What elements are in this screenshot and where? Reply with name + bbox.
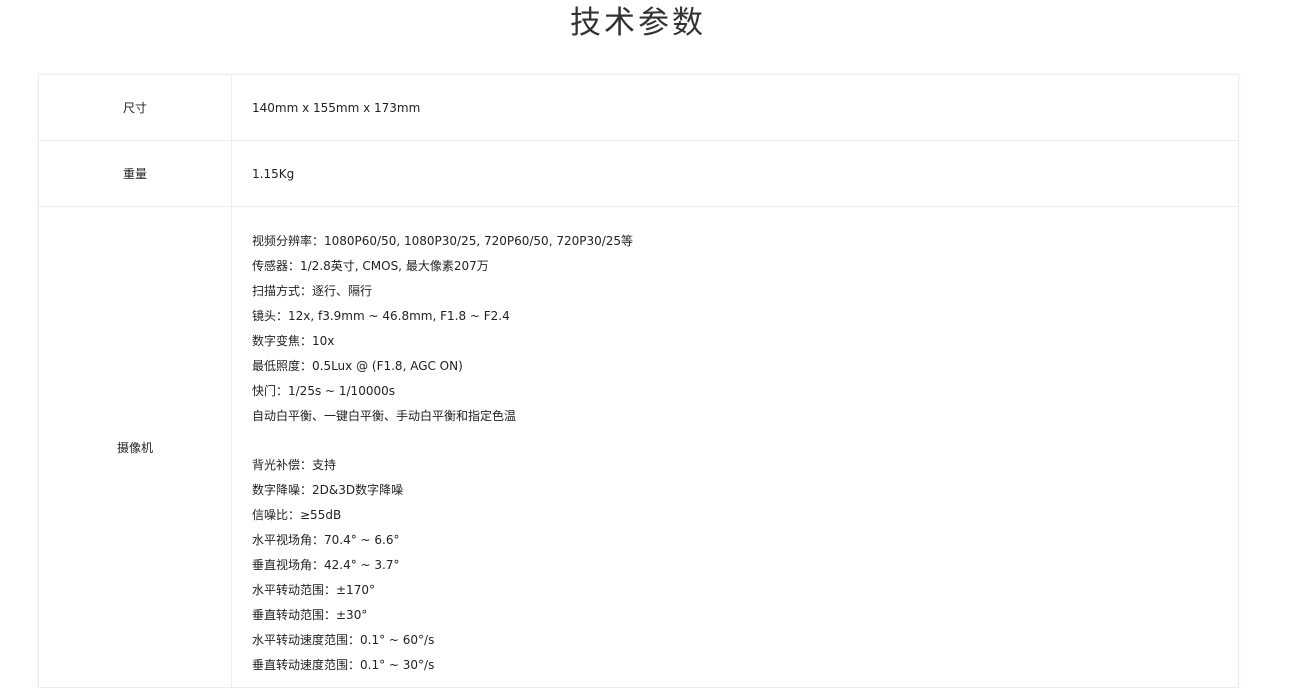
camera-spec-line: 水平转动范围：±170° (252, 583, 375, 597)
spec-row-weight: 重量 1.15Kg (39, 141, 1238, 207)
camera-spec-line: 镜头：12x, f3.9mm ~ 46.8mm, F1.8 ~ F2.4 (252, 309, 510, 323)
spec-label-camera: 摄像机 (39, 207, 232, 687)
camera-spec-line: 水平视场角：70.4° ~ 6.6° (252, 533, 400, 547)
spec-value-camera: 视频分辨率：1080P60/50, 1080P30/25, 720P60/50,… (232, 207, 1238, 687)
camera-spec-line: 背光补偿：支持 (252, 458, 337, 472)
camera-spec-line: 最低照度：0.5Lux @ (F1.8, AGC ON) (252, 359, 463, 373)
camera-spec-line: 垂直视场角：42.4° ~ 3.7° (252, 558, 400, 572)
camera-spec-line: 数字变焦：10x (252, 334, 335, 348)
camera-spec-line: 水平转动速度范围：0.1° ~ 60°/s (252, 633, 435, 647)
camera-spec-line: 垂直转动速度范围：0.1° ~ 30°/s (252, 658, 435, 672)
spec-table: 尺寸 140mm x 155mm x 173mm 重量 1.15Kg 摄像机 视… (38, 74, 1239, 688)
camera-spec-line: 视频分辨率：1080P60/50, 1080P30/25, 720P60/50,… (252, 234, 634, 248)
camera-spec-line: 自动白平衡、一键白平衡、手动白平衡和指定色温 (252, 409, 517, 423)
camera-spec-line: 传感器：1/2.8英寸, CMOS, 最大像素207万 (252, 259, 489, 273)
spec-row-camera: 摄像机 视频分辨率：1080P60/50, 1080P30/25, 720P60… (39, 207, 1238, 688)
camera-spec-line: 信噪比：≥55dB (252, 508, 342, 522)
spec-label-size: 尺寸 (39, 75, 232, 140)
spec-row-size: 尺寸 140mm x 155mm x 173mm (39, 75, 1238, 141)
camera-spec-line: 快门：1/25s ~ 1/10000s (252, 384, 395, 398)
camera-spec-line: 扫描方式：逐行、隔行 (252, 284, 373, 298)
camera-spec-line: 垂直转动范围：±30° (252, 608, 368, 622)
page-title: 技术参数 (570, 5, 706, 41)
camera-spec-line: 数字降噪：2D&3D数字降噪 (252, 483, 404, 497)
spec-value-weight: 1.15Kg (252, 166, 295, 181)
spec-value-size: 140mm x 155mm x 173mm (252, 100, 421, 115)
spec-label-weight: 重量 (39, 141, 232, 206)
camera-spec-list: 视频分辨率：1080P60/50, 1080P30/25, 720P60/50,… (252, 229, 633, 678)
